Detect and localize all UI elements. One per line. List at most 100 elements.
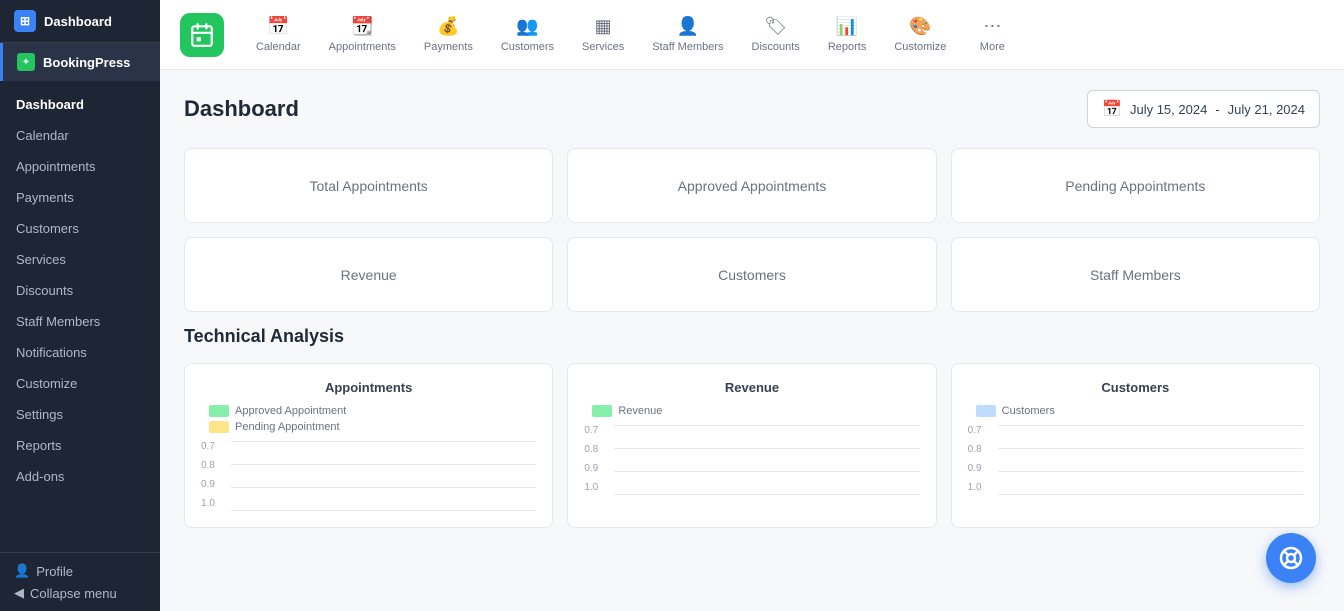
help-icon bbox=[1279, 546, 1303, 570]
calendar-icon: 📅 bbox=[1102, 99, 1122, 119]
sidebar-item-staff-members[interactable]: Staff Members bbox=[0, 306, 160, 337]
chart-plot-appointments bbox=[231, 441, 536, 511]
chart-customers-area: 1.0 0.9 0.8 0.7 bbox=[968, 425, 1303, 495]
sidebar-nav: Dashboard Calendar Appointments Payments… bbox=[0, 81, 160, 552]
logo-icon bbox=[189, 22, 215, 48]
y-axis-revenue: 1.0 0.9 0.8 0.7 bbox=[584, 425, 606, 495]
topnav-discounts-label: Discounts bbox=[752, 41, 800, 53]
topnav-calendar-label: Calendar bbox=[256, 41, 301, 53]
sidebar-item-reports[interactable]: Reports bbox=[0, 430, 160, 461]
sidebar: ⊞ Dashboard ✦ BookingPress Dashboard Cal… bbox=[0, 0, 160, 611]
services-icon: ▦ bbox=[595, 16, 612, 37]
chart-appointments-area: 1.0 0.9 0.8 0.7 bbox=[201, 441, 536, 511]
profile-row[interactable]: 👤 Profile bbox=[14, 563, 146, 579]
sidebar-footer: 👤 Profile ◀ Collapse menu bbox=[0, 552, 160, 611]
customers-icon: 👥 bbox=[516, 16, 538, 37]
sidebar-item-discounts[interactable]: Discounts bbox=[0, 275, 160, 306]
topnav-reports[interactable]: 📊 Reports bbox=[816, 8, 879, 61]
stat-card-customers: Customers bbox=[567, 237, 936, 312]
chart-appointments-title: Appointments bbox=[201, 380, 536, 395]
customers-swatch bbox=[976, 405, 996, 417]
revenue-swatch bbox=[592, 405, 612, 417]
stat-card-total-appointments: Total Appointments bbox=[184, 148, 553, 223]
sidebar-item-payments[interactable]: Payments bbox=[0, 182, 160, 213]
chart-revenue: Revenue Revenue 1.0 0.9 0.8 0.7 bbox=[567, 363, 936, 528]
sidebar-item-label: Customize bbox=[16, 376, 77, 391]
technical-analysis-title: Technical Analysis bbox=[184, 326, 1320, 347]
topnav-reports-label: Reports bbox=[828, 41, 867, 53]
sidebar-item-label: Discounts bbox=[16, 283, 73, 298]
app-title: Dashboard bbox=[44, 14, 112, 29]
sidebar-item-calendar[interactable]: Calendar bbox=[0, 120, 160, 151]
legend-approved-label: Approved Appointment bbox=[235, 405, 346, 417]
topnav-discounts[interactable]: 🏷 Discounts bbox=[740, 8, 812, 61]
stat-card-pending-appointments: Pending Appointments bbox=[951, 148, 1320, 223]
date-range-picker[interactable]: 📅 July 15, 2024 - July 21, 2024 bbox=[1087, 90, 1320, 128]
collapse-label: Collapse menu bbox=[30, 586, 117, 601]
chart-revenue-area: 1.0 0.9 0.8 0.7 bbox=[584, 425, 919, 495]
collapse-icon: ◀ bbox=[14, 585, 24, 601]
date-separator: - bbox=[1215, 102, 1219, 117]
topnav-customize[interactable]: 🎨 Customize bbox=[882, 8, 958, 61]
sidebar-item-label: Appointments bbox=[16, 159, 96, 174]
collapse-menu-button[interactable]: ◀ Collapse menu bbox=[14, 585, 146, 601]
payments-icon: 💰 bbox=[437, 16, 459, 37]
help-fab-button[interactable] bbox=[1266, 533, 1316, 583]
sidebar-brand-row[interactable]: ✦ BookingPress bbox=[0, 43, 160, 81]
approved-swatch bbox=[209, 405, 229, 417]
stat-label: Pending Appointments bbox=[1065, 178, 1205, 194]
legend-customers: Customers bbox=[976, 405, 1303, 417]
topnav-services[interactable]: ▦ Services bbox=[570, 8, 636, 61]
profile-icon: 👤 bbox=[14, 563, 30, 579]
topnav-services-label: Services bbox=[582, 41, 624, 53]
topnav-appointments[interactable]: 📆 Appointments bbox=[317, 8, 408, 61]
topnav-staff-members[interactable]: 👤 Staff Members bbox=[640, 8, 735, 61]
bookingpress-logo[interactable] bbox=[180, 13, 224, 57]
sidebar-item-services[interactable]: Services bbox=[0, 244, 160, 275]
main-area: 📅 Calendar 📆 Appointments 💰 Payments 👥 C… bbox=[160, 0, 1344, 611]
topnav-payments[interactable]: 💰 Payments bbox=[412, 8, 485, 61]
charts-grid: Appointments Approved Appointment Pendin… bbox=[184, 363, 1320, 528]
chart-customers-legend: Customers bbox=[976, 405, 1303, 417]
sidebar-item-label: Add-ons bbox=[16, 469, 64, 484]
date-to: July 21, 2024 bbox=[1228, 102, 1305, 117]
topnav-more-label: More bbox=[980, 41, 1005, 53]
stat-card-approved-appointments: Approved Appointments bbox=[567, 148, 936, 223]
dashboard-header: Dashboard 📅 July 15, 2024 - July 21, 202… bbox=[184, 90, 1320, 128]
stat-card-staff-members: Staff Members bbox=[951, 237, 1320, 312]
sidebar-item-label: Staff Members bbox=[16, 314, 100, 329]
chart-customers: Customers Customers 1.0 0.9 0.8 0.7 bbox=[951, 363, 1320, 528]
sidebar-item-customize[interactable]: Customize bbox=[0, 368, 160, 399]
sidebar-item-appointments[interactable]: Appointments bbox=[0, 151, 160, 182]
topnav-staff-label: Staff Members bbox=[652, 41, 723, 53]
legend-customers-label: Customers bbox=[1002, 405, 1055, 417]
y-axis-customers: 1.0 0.9 0.8 0.7 bbox=[968, 425, 990, 495]
sidebar-item-label: Notifications bbox=[16, 345, 87, 360]
sidebar-item-settings[interactable]: Settings bbox=[0, 399, 160, 430]
chart-revenue-title: Revenue bbox=[584, 380, 919, 395]
profile-label: Profile bbox=[36, 564, 73, 579]
sidebar-item-dashboard[interactable]: Dashboard bbox=[0, 89, 160, 120]
date-from: July 15, 2024 bbox=[1130, 102, 1207, 117]
sidebar-item-customers[interactable]: Customers bbox=[0, 213, 160, 244]
topnav-customers[interactable]: 👥 Customers bbox=[489, 8, 566, 61]
stat-label: Staff Members bbox=[1090, 267, 1181, 283]
sidebar-item-label: Dashboard bbox=[16, 97, 84, 112]
calendar-icon: 📅 bbox=[267, 16, 289, 37]
stat-label: Customers bbox=[718, 267, 786, 283]
sidebar-item-addons[interactable]: Add-ons bbox=[0, 461, 160, 492]
appointments-icon: 📆 bbox=[351, 16, 373, 37]
sidebar-item-label: Reports bbox=[16, 438, 62, 453]
topnav-calendar[interactable]: 📅 Calendar bbox=[244, 8, 313, 61]
page-title: Dashboard bbox=[184, 96, 299, 122]
discounts-icon: 🏷 bbox=[764, 16, 787, 37]
pending-swatch bbox=[209, 421, 229, 433]
sidebar-item-label: Payments bbox=[16, 190, 74, 205]
topnav-more[interactable]: ⋯ More bbox=[962, 8, 1022, 61]
chart-revenue-legend: Revenue bbox=[592, 405, 919, 417]
top-nav: 📅 Calendar 📆 Appointments 💰 Payments 👥 C… bbox=[160, 0, 1344, 70]
staff-icon: 👤 bbox=[677, 16, 699, 37]
stat-label: Revenue bbox=[341, 267, 397, 283]
sidebar-item-notifications[interactable]: Notifications bbox=[0, 337, 160, 368]
dashboard-icon: ⊞ bbox=[14, 10, 36, 32]
